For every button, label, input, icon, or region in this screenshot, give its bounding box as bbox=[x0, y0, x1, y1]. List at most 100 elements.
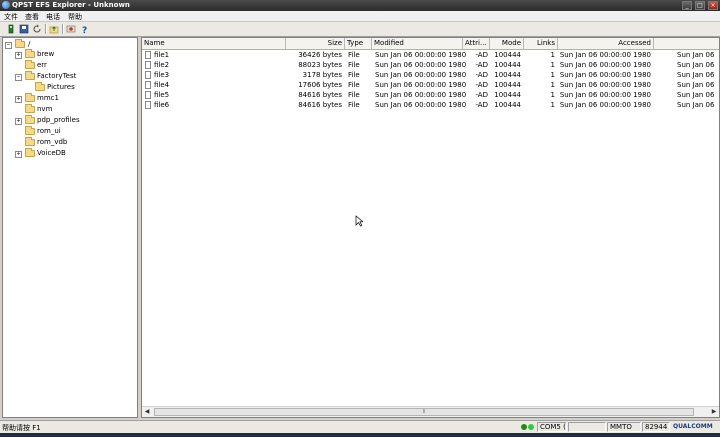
menu-file[interactable]: 文件 bbox=[4, 12, 18, 22]
file-list: Name Size Type Modified Attri... Mode Li… bbox=[141, 37, 720, 418]
horizontal-scrollbar[interactable]: ◀ ⦀ ▶ bbox=[142, 406, 719, 417]
maximize-button[interactable]: □ bbox=[695, 1, 705, 10]
window-title: QPST EFS Explorer - Unknown bbox=[12, 1, 130, 9]
tree-item-label: / bbox=[28, 40, 31, 48]
table-row[interactable]: file1 36426 bytes File Sun Jan 06 00:00:… bbox=[142, 50, 719, 60]
file-icon bbox=[145, 61, 151, 69]
tree-item-label: Pictures bbox=[47, 83, 75, 91]
file-mode: 100444 bbox=[494, 101, 521, 109]
folder-icon bbox=[25, 104, 35, 113]
status-port: COM5 ( bbox=[537, 422, 567, 432]
qualcomm-logo: QUALCOMM bbox=[673, 423, 713, 430]
file-icon bbox=[145, 51, 151, 59]
help-icon[interactable]: ? bbox=[80, 24, 90, 36]
column-header-size[interactable]: Size bbox=[286, 38, 345, 49]
taskbar bbox=[0, 433, 720, 437]
menu-bar: 文件 查看 电话 帮助 bbox=[0, 11, 720, 22]
status-help-text: 帮助请按 F1 bbox=[2, 424, 41, 432]
collapse-icon[interactable]: − bbox=[5, 42, 12, 49]
menu-help[interactable]: 帮助 bbox=[68, 12, 82, 22]
folder-icon bbox=[25, 126, 35, 135]
up-folder-icon[interactable] bbox=[49, 24, 59, 34]
window-controls: _ □ × bbox=[679, 1, 718, 10]
file-mode: 100444 bbox=[494, 61, 521, 69]
table-row[interactable]: file6 84616 bytes File Sun Jan 06 00:00:… bbox=[142, 100, 719, 110]
tree-item-label: VoiceDB bbox=[37, 149, 66, 157]
tree-item-label: rom_vdb bbox=[37, 138, 68, 146]
expand-icon[interactable]: + bbox=[15, 52, 22, 59]
folder-icon bbox=[25, 60, 35, 69]
expand-icon[interactable]: + bbox=[15, 151, 22, 158]
menu-phone[interactable]: 电话 bbox=[46, 12, 60, 22]
table-row[interactable]: file4 17606 bytes File Sun Jan 06 00:00:… bbox=[142, 80, 719, 90]
folder-icon bbox=[25, 71, 35, 80]
status-bar: 帮助请按 F1 COM5 ( MMTO 82944 QUALCOMM bbox=[0, 420, 720, 434]
file-extra: Sun Jan 06 bbox=[677, 61, 715, 69]
file-accessed: Sun Jan 06 00:00:00 1980 bbox=[559, 61, 651, 69]
collapse-icon[interactable]: − bbox=[15, 74, 22, 81]
close-button[interactable]: × bbox=[708, 1, 718, 10]
file-mode: 100444 bbox=[494, 91, 521, 99]
tree-item-label: pdp_profiles bbox=[37, 116, 80, 124]
file-accessed: Sun Jan 06 00:00:00 1980 bbox=[559, 81, 651, 89]
tree-item-label: nvm bbox=[37, 105, 53, 113]
file-size: 88023 bytes bbox=[298, 61, 342, 69]
file-extra: Sun Jan 06 bbox=[677, 51, 715, 59]
column-header-extra[interactable] bbox=[654, 38, 719, 49]
file-size: 84616 bytes bbox=[298, 101, 342, 109]
file-modified: Sun Jan 06 00:00:00 1980 bbox=[375, 91, 467, 99]
file-links: 1 bbox=[550, 71, 555, 79]
column-header-type[interactable]: Type bbox=[345, 38, 372, 49]
table-row[interactable]: file3 3178 bytes File Sun Jan 06 00:00:0… bbox=[142, 70, 719, 80]
file-accessed: Sun Jan 06 00:00:00 1980 bbox=[559, 71, 651, 79]
status-blank-panel bbox=[568, 422, 606, 432]
file-links: 1 bbox=[550, 101, 555, 109]
file-modified: Sun Jan 06 00:00:00 1980 bbox=[375, 61, 467, 69]
folder-icon bbox=[25, 115, 35, 124]
tree-item-label: brew bbox=[37, 50, 55, 58]
tree-item-label: err bbox=[37, 61, 47, 69]
file-links: 1 bbox=[550, 81, 555, 89]
column-header-attributes[interactable]: Attri... bbox=[463, 38, 490, 49]
file-size: 84616 bytes bbox=[298, 91, 342, 99]
status-number: 82944 bbox=[642, 422, 670, 432]
file-modified: Sun Jan 06 00:00:00 1980 bbox=[375, 101, 467, 109]
column-header-accessed[interactable]: Accessed bbox=[558, 38, 654, 49]
file-type: File bbox=[348, 91, 360, 99]
phone-icon[interactable] bbox=[6, 24, 16, 34]
file-icon bbox=[145, 81, 151, 89]
properties-icon[interactable] bbox=[66, 24, 76, 34]
table-row[interactable]: file5 84616 bytes File Sun Jan 06 00:00:… bbox=[142, 90, 719, 100]
save-icon[interactable] bbox=[19, 24, 29, 34]
menu-view[interactable]: 查看 bbox=[25, 12, 39, 22]
file-name: file3 bbox=[154, 71, 170, 79]
file-accessed: Sun Jan 06 00:00:00 1980 bbox=[559, 51, 651, 59]
file-name: file6 bbox=[154, 101, 170, 109]
column-header-mode[interactable]: Mode bbox=[490, 38, 524, 49]
mouse-cursor-icon bbox=[355, 215, 363, 227]
minimize-button[interactable]: _ bbox=[682, 1, 692, 10]
expand-icon[interactable]: + bbox=[15, 118, 22, 125]
refresh-icon[interactable] bbox=[32, 24, 42, 34]
folder-icon bbox=[25, 137, 35, 146]
column-header-modified[interactable]: Modified bbox=[372, 38, 463, 49]
file-name: file4 bbox=[154, 81, 170, 89]
table-row[interactable]: file2 88023 bytes File Sun Jan 06 00:00:… bbox=[142, 60, 719, 70]
column-header-name[interactable]: Name bbox=[142, 38, 286, 49]
folder-icon bbox=[35, 82, 45, 91]
folder-icon bbox=[25, 148, 35, 157]
file-attributes: -AD bbox=[475, 101, 488, 109]
column-header-links[interactable]: Links bbox=[524, 38, 558, 49]
file-accessed: Sun Jan 06 00:00:00 1980 bbox=[559, 91, 651, 99]
file-links: 1 bbox=[550, 61, 555, 69]
scroll-right-icon[interactable]: ▶ bbox=[709, 407, 719, 417]
expand-icon[interactable]: + bbox=[15, 96, 22, 103]
status-mode: MMTO bbox=[607, 422, 641, 432]
tree-item-label: rom_ui bbox=[37, 127, 61, 135]
file-extra: Sun Jan 06 bbox=[677, 81, 715, 89]
file-type: File bbox=[348, 61, 360, 69]
scroll-thumb[interactable]: ⦀ bbox=[154, 408, 694, 416]
tree-item-label: mmc1 bbox=[37, 94, 59, 102]
toolbar: ? bbox=[0, 22, 720, 37]
scroll-left-icon[interactable]: ◀ bbox=[142, 407, 152, 417]
